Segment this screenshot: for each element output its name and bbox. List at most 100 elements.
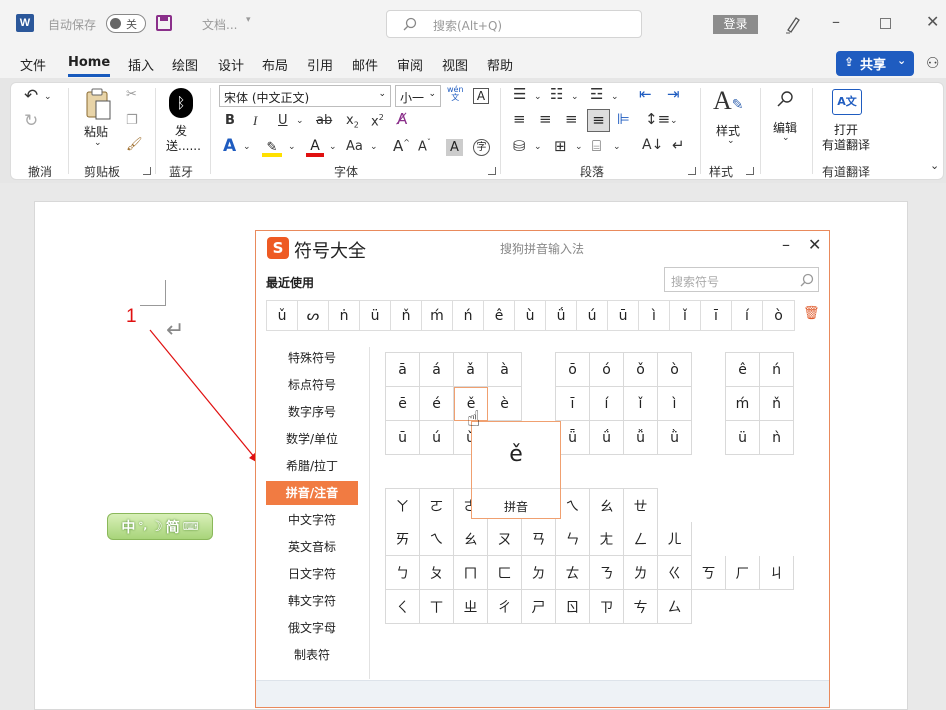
tab-home[interactable]: Home [68, 55, 110, 70]
bopomofo-symbol-cell[interactable]: ㄐ [760, 556, 794, 590]
align-center-icon[interactable]: ≡ [539, 112, 552, 127]
pinyin-symbol-cell[interactable]: ā [386, 353, 420, 387]
find-icon[interactable] [776, 90, 794, 108]
bopomofo-symbol-cell[interactable]: ㄉ [522, 556, 556, 590]
recent-symbol-cell[interactable]: ê [484, 301, 515, 330]
youdao-translate-icon[interactable]: A文 [832, 89, 862, 115]
font-name-select[interactable]: 宋体 (中文正文) ⌄ [219, 85, 391, 107]
category-item[interactable]: 特殊符号 [266, 346, 358, 370]
tab-review[interactable]: 审阅 [397, 55, 423, 74]
recent-symbol-cell[interactable]: ǔ [267, 301, 298, 330]
send-label-line2[interactable]: 送...... [166, 137, 201, 154]
category-item[interactable]: 中文字符 [266, 508, 358, 532]
bopomofo-symbol-cell[interactable]: ㄛ [420, 489, 454, 523]
bopomofo-symbol-cell[interactable]: ㄑ [386, 590, 420, 624]
paste-icon[interactable] [84, 87, 114, 121]
tab-insert[interactable]: 插入 [128, 55, 154, 74]
share-button[interactable]: ⇪ 共享 ⌄ [836, 51, 914, 76]
recent-symbol-cell[interactable]: ń [453, 301, 484, 330]
category-item[interactable]: 数学/单位 [266, 427, 358, 451]
tab-view[interactable]: 视图 [442, 55, 468, 74]
pinyin-symbol-cell[interactable]: ň [760, 387, 794, 421]
styles-icon[interactable]: A✎ [713, 88, 744, 114]
recent-symbol-cell[interactable]: ī [701, 301, 732, 330]
strikethrough-icon[interactable]: ab [316, 114, 332, 127]
clipboard-launcher-icon[interactable] [143, 167, 151, 175]
bopomofo-symbol-cell[interactable]: ㄈ [488, 556, 522, 590]
open-label-line2[interactable]: 有道翻译 [822, 136, 870, 153]
bopomofo-symbol-cell[interactable]: ㄗ [590, 590, 624, 624]
save-icon[interactable] [156, 15, 172, 31]
recent-symbol-cell[interactable]: ì [639, 301, 670, 330]
font-launcher-icon[interactable] [488, 167, 496, 175]
recent-symbol-cell[interactable]: ᔕ [298, 301, 329, 330]
underline-chevron-icon[interactable]: ⌄ [296, 117, 304, 126]
change-case-icon[interactable]: Aa [346, 140, 363, 153]
pinyin-symbol-cell[interactable]: ì [658, 387, 692, 421]
copy-icon[interactable]: ❐ [126, 114, 138, 127]
dialog-close-icon[interactable]: ✕ [808, 235, 821, 254]
decrease-indent-icon[interactable]: ⇤ [639, 87, 652, 102]
redo-icon[interactable]: ↻ [24, 113, 38, 130]
pinyin-symbol-cell[interactable]: é [420, 387, 454, 421]
bullets-chevron-icon[interactable]: ⌄ [534, 93, 542, 102]
category-item[interactable]: 英文音标 [266, 535, 358, 559]
line-spacing-chevron-icon[interactable]: ⌄ [670, 117, 678, 126]
bopomofo-symbol-cell[interactable]: ㄥ [624, 522, 658, 556]
pinyin-symbol-cell[interactable]: ḿ [726, 387, 760, 421]
pinyin-symbol-cell[interactable]: ń [760, 353, 794, 387]
bopomofo-symbol-cell[interactable]: ㄊ [556, 556, 590, 590]
cut-icon[interactable]: ✂ [126, 88, 137, 101]
tab-design[interactable]: 设计 [218, 55, 244, 74]
increase-indent-icon[interactable]: ⇥ [667, 87, 680, 102]
clear-format-icon[interactable]: A̸ [397, 112, 407, 127]
tab-references[interactable]: 引用 [307, 55, 333, 74]
bopomofo-symbol-cell[interactable]: ㄆ [420, 556, 454, 590]
show-marks-icon[interactable]: ↵ [672, 138, 685, 153]
bopomofo-symbol-cell[interactable]: ㄤ [590, 522, 624, 556]
pinyin-symbol-cell[interactable]: í [590, 387, 624, 421]
recent-symbol-cell[interactable]: ü [360, 301, 391, 330]
pinyin-symbol-cell[interactable]: ü [726, 421, 760, 455]
bopomofo-symbol-cell[interactable]: ㄅ [386, 556, 420, 590]
category-item[interactable]: 标点符号 [266, 373, 358, 397]
login-button[interactable]: 登录 [713, 15, 758, 34]
chinese-layout-chevron-icon[interactable]: ⌄ [613, 143, 621, 152]
recent-symbol-cell[interactable]: ú [577, 301, 608, 330]
borders-chevron-icon[interactable]: ⌄ [575, 143, 583, 152]
bopomofo-symbol-cell[interactable]: ㄎ [692, 556, 726, 590]
tab-mailings[interactable]: 邮件 [352, 55, 378, 74]
pinyin-symbol-cell[interactable]: ǘ [590, 421, 624, 455]
pinyin-symbol-cell[interactable]: ǜ [658, 421, 692, 455]
pinyin-symbol-cell[interactable]: ō [556, 353, 590, 387]
dialog-minimize-icon[interactable]: – [782, 235, 790, 254]
recent-symbol-cell[interactable]: ḿ [422, 301, 453, 330]
enclose-char-icon[interactable]: 字 [473, 139, 490, 156]
align-right-icon[interactable]: ≡ [565, 112, 578, 127]
recent-symbol-cell[interactable]: ù [515, 301, 546, 330]
paste-chevron-icon[interactable]: ⌄ [94, 139, 102, 148]
pinyin-symbol-cell[interactable]: á [420, 353, 454, 387]
pinyin-symbol-cell[interactable]: ǚ [624, 421, 658, 455]
numbering-chevron-icon[interactable]: ⌄ [571, 93, 579, 102]
shrink-font-icon[interactable]: Aˇ [418, 139, 431, 154]
bopomofo-symbol-cell[interactable]: ㄕ [522, 590, 556, 624]
recent-symbol-cell[interactable]: ū [608, 301, 639, 330]
tab-draw[interactable]: 绘图 [172, 55, 198, 74]
pinyin-symbol-cell[interactable]: ǹ [760, 421, 794, 455]
bopomofo-symbol-cell[interactable]: ㄘ [624, 590, 658, 624]
tab-help[interactable]: 帮助 [487, 55, 513, 74]
bopomofo-symbol-cell[interactable]: ㄏ [726, 556, 760, 590]
align-left-icon[interactable]: ≡ [513, 112, 526, 127]
font-color-chevron-icon[interactable]: ⌄ [329, 143, 337, 152]
category-item[interactable]: 拼音/注音 [266, 481, 358, 505]
pinyin-symbol-cell[interactable]: ǎ [454, 353, 488, 387]
bullets-icon[interactable]: ☰ [513, 87, 526, 102]
numbering-icon[interactable]: ☷ [550, 87, 563, 102]
recent-symbol-cell[interactable]: ǐ [670, 301, 701, 330]
multilevel-chevron-icon[interactable]: ⌄ [611, 93, 619, 102]
highlight-icon[interactable]: ✎ [262, 140, 282, 157]
pinyin-symbol-cell[interactable]: ú [420, 421, 454, 455]
bopomofo-symbol-cell[interactable]: ㄌ [624, 556, 658, 590]
pinyin-symbol-cell[interactable]: ē [386, 387, 420, 421]
